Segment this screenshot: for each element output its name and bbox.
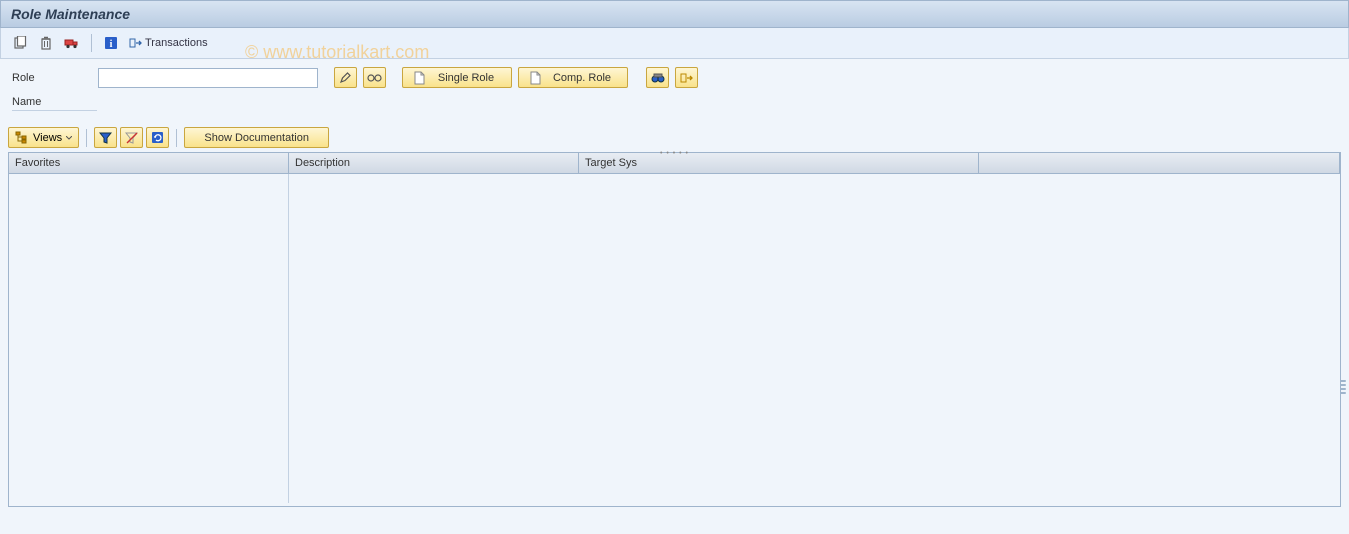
assign-icon[interactable]: Transactions — [126, 32, 211, 54]
refresh-button[interactable] — [146, 127, 169, 148]
edit-button[interactable] — [334, 67, 357, 88]
grid-toolbar: Views Show Documentation — [0, 121, 1349, 152]
col-empty[interactable] — [979, 153, 1340, 173]
app-toolbar: i Transactions — [0, 28, 1349, 59]
scroll-indicator[interactable] — [1340, 380, 1346, 394]
chevron-down-icon — [66, 136, 72, 140]
col-description[interactable]: Description — [289, 153, 579, 173]
comp-role-button[interactable]: Comp. Role — [518, 67, 628, 88]
single-role-button[interactable]: Single Role — [402, 67, 512, 88]
grid-body-left — [9, 174, 289, 503]
display-button[interactable] — [363, 67, 386, 88]
single-role-label: Single Role — [431, 72, 501, 84]
delete-icon[interactable] — [35, 32, 57, 54]
filter-button[interactable] — [94, 127, 117, 148]
pencil-icon — [339, 71, 352, 84]
hierarchy-icon — [680, 71, 694, 85]
svg-text:i: i — [110, 39, 113, 50]
show-documentation-button[interactable]: Show Documentation — [184, 127, 329, 148]
filter-delete-button[interactable] — [120, 127, 143, 148]
glasses-icon — [367, 72, 382, 83]
separator — [91, 34, 92, 52]
transport-icon[interactable] — [61, 32, 83, 54]
separator — [86, 129, 87, 147]
col-favorites[interactable]: Favorites — [9, 153, 289, 173]
info-icon[interactable]: i — [100, 32, 122, 54]
role-label: Role — [12, 72, 92, 84]
filter-icon — [99, 131, 112, 144]
form-area: Role Single Role Comp. Role Name — [0, 59, 1349, 121]
transactions-label: Transactions — [145, 37, 208, 49]
name-label: Name — [12, 96, 97, 111]
copy-icon[interactable] — [9, 32, 31, 54]
tree-icon — [15, 131, 29, 144]
col-target-sys[interactable]: Target Sys — [579, 153, 979, 173]
grid-body-right — [289, 174, 1340, 503]
where-used-button[interactable] — [675, 67, 698, 88]
refresh-icon — [151, 131, 164, 144]
find-button[interactable] — [646, 67, 669, 88]
filter-off-icon — [125, 131, 138, 144]
data-grid: • • • • • Favorites Description Target S… — [8, 152, 1341, 507]
document-icon — [529, 71, 541, 85]
separator — [176, 129, 177, 147]
splitter-handle[interactable]: • • • • • — [660, 150, 689, 157]
show-doc-label: Show Documentation — [204, 132, 309, 144]
views-button[interactable]: Views — [8, 127, 79, 148]
binoculars-icon — [651, 71, 665, 85]
title-bar: Role Maintenance — [0, 0, 1349, 28]
views-label: Views — [33, 132, 62, 144]
grid-body — [9, 174, 1340, 503]
role-input[interactable] — [98, 68, 318, 88]
page-title: Role Maintenance — [11, 6, 130, 22]
comp-role-label: Comp. Role — [547, 72, 617, 84]
document-icon — [413, 71, 425, 85]
